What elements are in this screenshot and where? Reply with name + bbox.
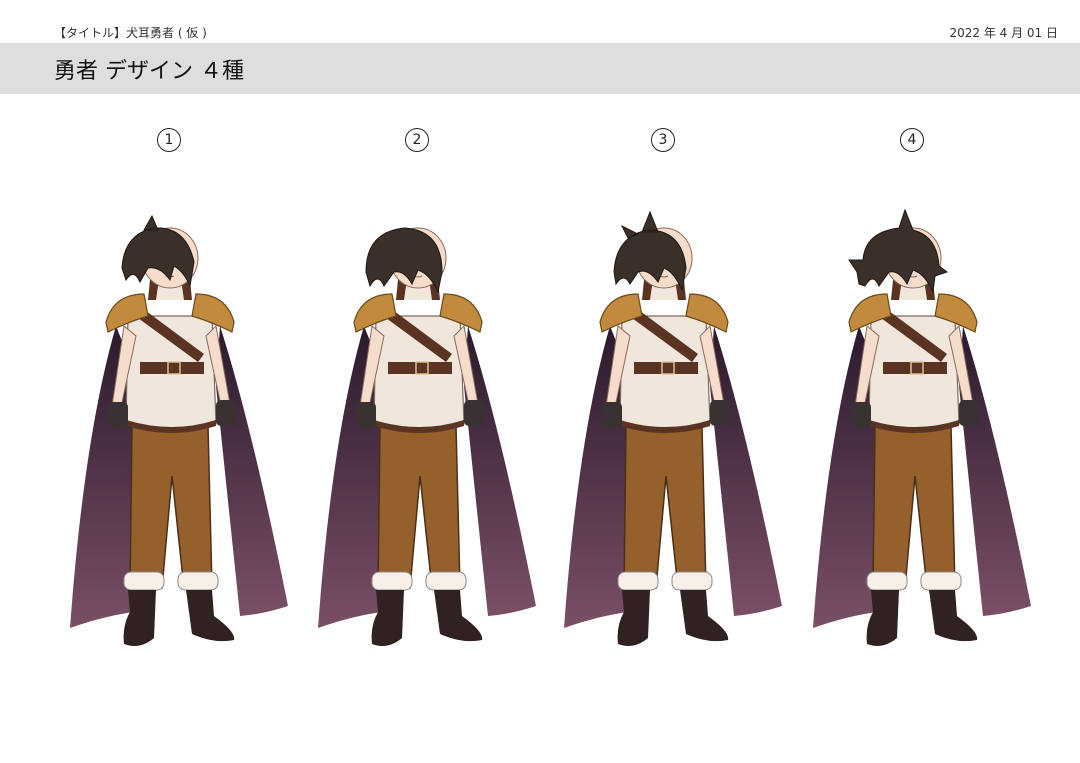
glove-right xyxy=(710,400,730,426)
boot-right xyxy=(929,590,978,642)
belt xyxy=(634,362,698,374)
fur-cuff-left xyxy=(866,571,908,591)
cape-right xyxy=(710,326,782,616)
design-number-badge: 1 xyxy=(44,128,294,152)
boot-right xyxy=(680,590,729,642)
document-date: 2022 年 4 月 01 日 xyxy=(949,26,1058,40)
pants xyxy=(623,425,707,589)
fur-cuff-right xyxy=(425,571,467,591)
belt xyxy=(883,362,947,374)
glove-left xyxy=(108,402,128,428)
fur-cuff-left xyxy=(617,571,659,591)
pants xyxy=(377,425,461,589)
design-number: 3 xyxy=(651,128,675,152)
fur-cuff-right xyxy=(177,571,219,591)
design-number-badge: 2 xyxy=(292,128,542,152)
fur-cuff-left xyxy=(123,571,165,591)
pants xyxy=(872,425,956,589)
boot-right xyxy=(186,590,235,642)
design-panel: 2 xyxy=(292,128,542,688)
document-header: 【タイトル】犬耳勇者 ( 仮 ) 2022 年 4 月 01 日 xyxy=(0,0,1080,42)
pants xyxy=(129,425,213,589)
cape-right xyxy=(216,326,288,616)
glove-right xyxy=(464,400,484,426)
glove-right xyxy=(959,400,979,426)
glove-left xyxy=(602,402,622,428)
design-panel: 1 xyxy=(44,128,294,688)
section-title: 勇者 デザイン ４種 xyxy=(54,59,244,84)
belt xyxy=(388,362,452,374)
design-number-badge: 4 xyxy=(787,128,1037,152)
design-number: 4 xyxy=(900,128,924,152)
belt xyxy=(140,362,204,374)
glove-left xyxy=(356,402,376,428)
design-number-badge: 3 xyxy=(538,128,788,152)
cape-right xyxy=(959,326,1031,616)
section-banner: 勇者 デザイン ４種 xyxy=(0,43,1080,94)
document-title: 【タイトル】犬耳勇者 ( 仮 ) xyxy=(54,26,207,40)
design-panel: 4 xyxy=(787,128,1037,688)
fur-cuff-right xyxy=(671,571,713,591)
design-number: 1 xyxy=(157,128,181,152)
hero-illustration xyxy=(70,214,288,646)
fur-cuff-left xyxy=(371,571,413,591)
design-panel: 3 xyxy=(538,128,788,688)
hero-illustration xyxy=(813,208,1031,646)
glove-right xyxy=(216,400,236,426)
fur-cuff-right xyxy=(920,571,962,591)
cape-right xyxy=(464,326,536,616)
boot-right xyxy=(434,590,483,642)
glove-left xyxy=(851,402,871,428)
hero-illustration xyxy=(564,210,782,646)
design-number: 2 xyxy=(405,128,429,152)
hero-illustration xyxy=(318,227,536,646)
